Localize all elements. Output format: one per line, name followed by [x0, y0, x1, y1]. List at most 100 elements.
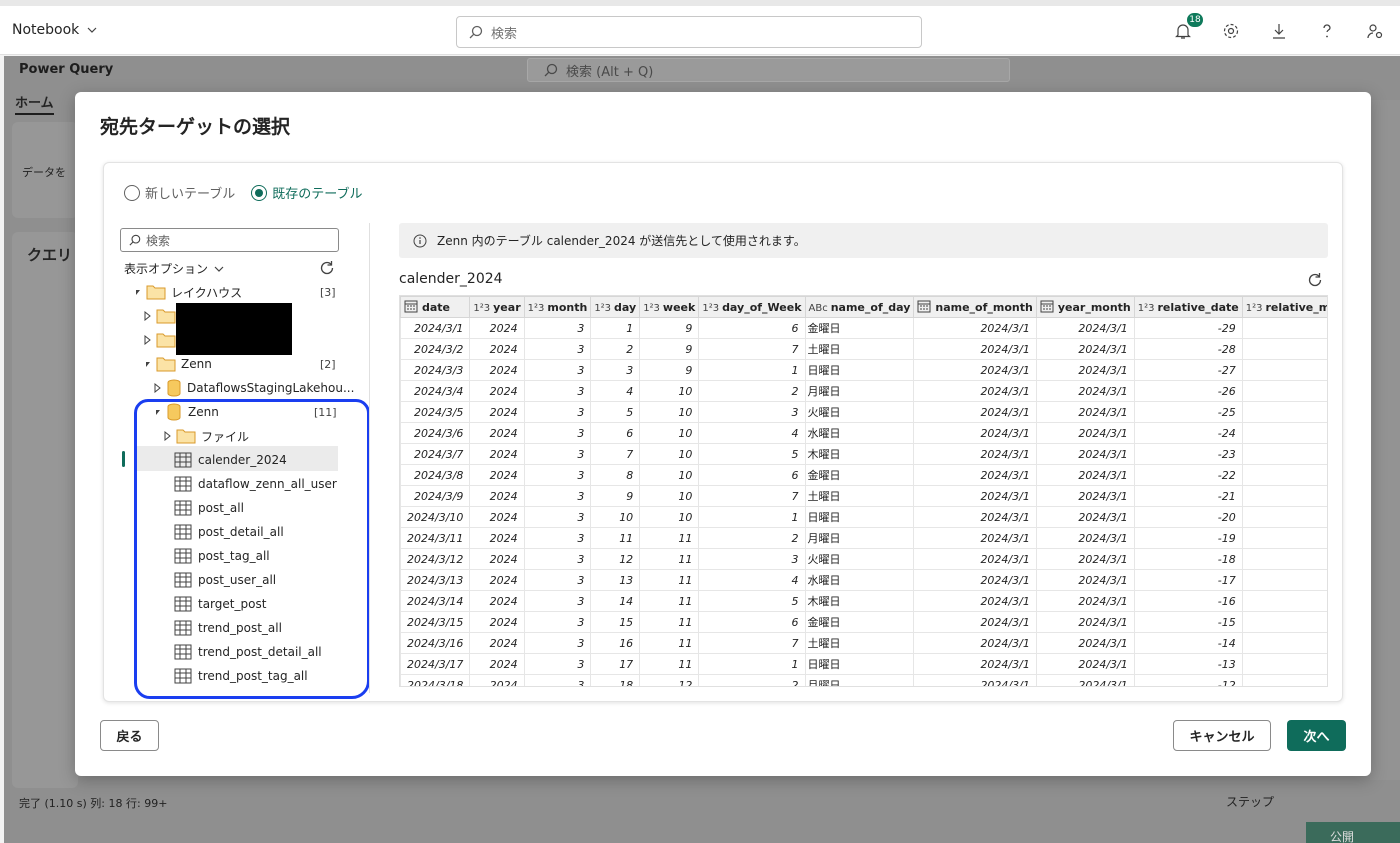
table-cell: 0 [1241, 380, 1327, 402]
search-icon [129, 234, 141, 246]
column-header[interactable]: 1²3 day [590, 296, 641, 318]
display-options-label: 表示オプション [124, 262, 209, 276]
table-cell: 2024/3/1 [913, 527, 1037, 549]
table-cell: -22 [1133, 464, 1243, 486]
display-options-dropdown[interactable]: 表示オプション [124, 260, 224, 277]
table-cell: 10 [590, 506, 641, 528]
cancel-button[interactable]: キャンセル [1173, 720, 1271, 751]
number-type-icon: 1²3 [527, 302, 545, 314]
table-cell: 2024/3/1 [1035, 338, 1135, 360]
table-cell: 2024/3/1 [1035, 506, 1135, 528]
tree-node-lakehouse[interactable]: レイクハウス [132, 280, 242, 304]
download-button[interactable] [1268, 20, 1290, 42]
destination-target-dialog: 宛先ターゲットの選択 新しいテーブル 既存のテーブル 検索 表示オプション レイ… [75, 92, 1371, 776]
table-cell: 1 [698, 653, 806, 675]
number-type-icon: 1²3 [702, 302, 720, 314]
column-header[interactable]: 1²3 year [469, 296, 525, 318]
table-cell: 2024/3/1 [1035, 401, 1135, 423]
table-cell: 2024 [469, 443, 525, 465]
radio-circle-selected [251, 184, 268, 201]
column-header[interactable]: 1²3relative_month [1241, 296, 1327, 318]
refresh-icon [320, 261, 334, 275]
table-cell: 2 [698, 527, 806, 549]
radio-existing-table[interactable]: 既存のテーブル [251, 183, 362, 202]
table-cell: 3 [523, 380, 592, 402]
navigator-search-input[interactable]: 検索 [120, 228, 339, 252]
table-cell: 2024/3/1 [1035, 548, 1135, 570]
tree-node-staging-lakehouse[interactable]: DataflowsStagingLakehou... [152, 376, 354, 400]
table-cell: 2024/3/1 [1035, 359, 1135, 381]
preview-refresh-button[interactable] [1306, 271, 1324, 289]
table-row: 2024/3/13 2024 3 13 11 4 水曜日 2024/3/1 2024/3/1 -1… [400, 569, 1327, 591]
table-cell: -25 [1133, 401, 1243, 423]
table-cell: 3 [523, 464, 592, 486]
table-cell: 5 [698, 443, 806, 465]
search-icon [544, 63, 558, 77]
tree-node-redacted-1[interactable] [142, 304, 176, 328]
column-header[interactable]: 1²3 day_of_Week [698, 296, 806, 318]
column-header[interactable]: name_of_month [913, 296, 1037, 318]
table-cell: 13 [590, 569, 641, 591]
table-cell: 2024 [469, 569, 525, 591]
help-button[interactable] [1316, 20, 1338, 42]
table-cell: 2024/3/5 [400, 401, 471, 423]
caret-right-icon [154, 383, 161, 393]
table-cell: 0 [1241, 401, 1327, 423]
global-search-input[interactable]: 検索 [456, 16, 922, 48]
navigator-refresh-button[interactable] [318, 259, 336, 277]
table-cell: 2024/3/8 [400, 464, 471, 486]
column-header[interactable]: date [400, 296, 471, 318]
table-cell: 7 [590, 443, 641, 465]
dialog-title: 宛先ターゲットの選択 [100, 116, 291, 138]
table-cell: 1 [698, 359, 806, 381]
table-cell: 0 [1241, 464, 1327, 486]
table-cell: 2024/3/1 [913, 380, 1037, 402]
notifications-button[interactable]: 18 [1172, 12, 1204, 42]
tab-home: ホーム [15, 92, 54, 115]
search-icon [469, 25, 483, 39]
table-cell: 15 [590, 611, 641, 633]
tree-node-redacted-2[interactable] [142, 328, 176, 352]
power-query-search: 検索 (Alt + Q) [527, 58, 1010, 82]
account-button[interactable] [1364, 20, 1386, 42]
table-cell: -17 [1133, 569, 1243, 591]
table-cell: 2024/3/1 [1035, 527, 1135, 549]
tree-node-zenn-workspace[interactable]: Zenn [142, 352, 212, 376]
global-search-placeholder: 検索 [491, 26, 518, 42]
table-cell: 10 [639, 464, 700, 486]
back-button[interactable]: 戻る [100, 720, 159, 751]
table-cell: 11 [639, 611, 700, 633]
column-header[interactable]: 1²3 week [639, 296, 700, 318]
folder-icon [146, 285, 166, 300]
settings-button[interactable] [1220, 20, 1242, 42]
preview-table: date 1²3 year 1²3 month 1²3 day 1²3 week 1²3 day_o… [400, 296, 1327, 686]
ribbon-get-data-label: データを [22, 166, 66, 179]
gear-icon [1223, 23, 1239, 39]
table-cell: 11 [639, 653, 700, 675]
people-settings-icon [1367, 24, 1383, 39]
table-cell: 2 [590, 338, 641, 360]
table-cell: -20 [1133, 506, 1243, 528]
calendar-type-icon [404, 300, 418, 313]
radio-circle [124, 184, 140, 201]
app-switcher[interactable]: Notebook [12, 22, 97, 38]
table-cell: 2024/3/1 [1035, 380, 1135, 402]
table-cell: 18 [590, 674, 641, 686]
table-cell: -24 [1133, 422, 1243, 444]
column-header[interactable]: 1²3 month [523, 296, 592, 318]
table-row: 2024/3/6202436104水曜日2024/3/12024/3/1-240 [400, 422, 1327, 444]
column-header[interactable]: 1²3 relative_date [1133, 296, 1243, 318]
table-cell: 0 [1241, 338, 1327, 360]
table-cell: 3 [523, 338, 592, 360]
table-cell: 3 [523, 569, 592, 591]
table-cell: 12 [639, 674, 700, 686]
calendar-type-icon [917, 300, 931, 313]
next-button[interactable]: 次へ [1287, 720, 1346, 751]
column-header[interactable]: year_month [1035, 296, 1135, 318]
column-header[interactable]: ABc name_of_day [804, 296, 915, 318]
radio-new-table[interactable]: 新しいテーブル [124, 183, 235, 202]
table-cell: 2024/3/1 [913, 611, 1037, 633]
info-banner: Zenn 内のテーブル calender_2024 が送信先として使用されます。 [399, 223, 1328, 258]
power-query-title: Power Query [19, 62, 114, 77]
table-cell: 2024 [469, 611, 525, 633]
